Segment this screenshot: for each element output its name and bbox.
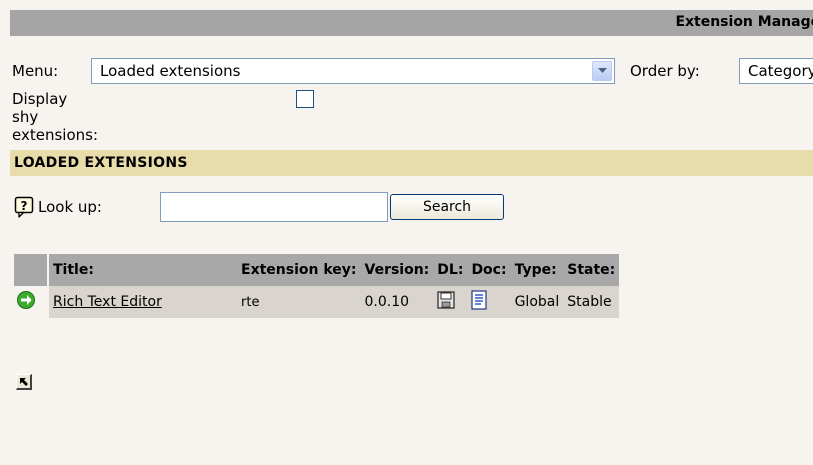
row-type-cell: Global — [510, 286, 564, 318]
header-type: Type: — [510, 254, 564, 286]
header-dl: DL: — [433, 254, 468, 286]
header-doc: Doc: — [467, 254, 511, 286]
lookup-input[interactable] — [160, 192, 388, 222]
page-title: Extension Manager — [675, 14, 813, 30]
chevron-down-icon[interactable] — [592, 61, 612, 81]
extensions-table: Title: Extension key: Version: DL: Doc: … — [14, 254, 620, 318]
header-version: Version: — [360, 254, 434, 286]
row-key-cell: rte — [237, 286, 361, 318]
order-by-select[interactable]: Category — [739, 58, 813, 84]
section-header: LOADED EXTENSIONS — [10, 150, 813, 176]
order-by-select-value: Category — [748, 62, 813, 80]
table-row: Rich Text Editor rte 0.0.10 Global Stabl… — [14, 286, 620, 318]
section-title: LOADED EXTENSIONS — [14, 155, 188, 171]
row-state-cell: Stable — [563, 286, 620, 318]
lookup-row: ? Look up: Search — [14, 192, 514, 222]
search-button[interactable]: Search — [390, 194, 504, 220]
help-icon[interactable]: ? — [14, 196, 36, 218]
menu-select-value: Loaded extensions — [100, 62, 241, 80]
table-header-row: Title: Extension key: Version: DL: Doc: … — [14, 254, 620, 286]
row-dl-cell — [433, 286, 468, 318]
menu-row: Menu: Loaded extensions Order by: Catego… — [12, 58, 813, 84]
remove-extension-icon[interactable] — [16, 290, 36, 314]
lookup-label: Look up: — [38, 198, 102, 216]
shy-extensions-label: Display shy extensions: — [12, 90, 98, 144]
header-state: State: — [563, 254, 620, 286]
header-icon-cell — [14, 254, 47, 286]
module-header-bar: Extension Manager — [10, 10, 813, 36]
row-doc-cell — [467, 286, 511, 318]
svg-text:?: ? — [21, 199, 28, 213]
extension-title-link[interactable]: Rich Text Editor — [53, 294, 162, 310]
shy-extensions-checkbox[interactable] — [296, 90, 314, 108]
row-version-cell: 0.0.10 — [360, 286, 434, 318]
header-extension-key: Extension key: — [237, 254, 361, 286]
row-title-cell: Rich Text Editor — [49, 286, 237, 318]
row-action-cell — [14, 286, 47, 318]
document-icon[interactable] — [471, 290, 488, 314]
menu-label: Menu: — [12, 62, 59, 80]
order-by-label: Order by: — [630, 62, 700, 80]
floppy-disk-icon[interactable] — [437, 291, 455, 313]
arrow-up-left-icon[interactable] — [16, 374, 32, 390]
header-title: Title: — [49, 254, 237, 286]
menu-select[interactable]: Loaded extensions — [91, 58, 615, 84]
